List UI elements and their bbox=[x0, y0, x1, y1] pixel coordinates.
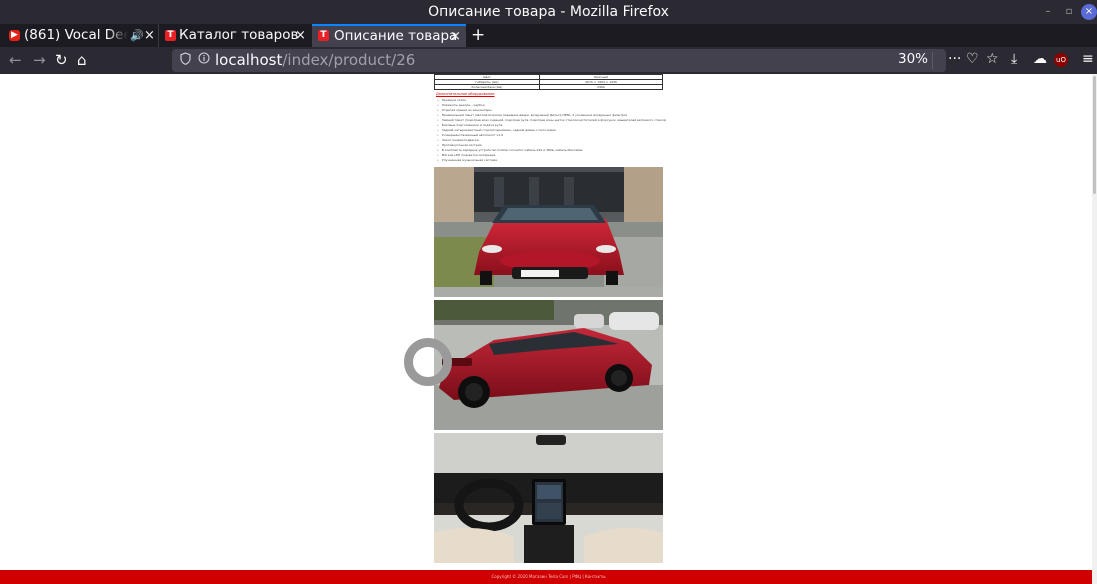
scrollbar-thumb[interactable] bbox=[1093, 76, 1096, 194]
car-front-photo bbox=[434, 167, 663, 297]
tracking-shield-icon[interactable] bbox=[180, 52, 191, 68]
home-button[interactable]: ⌂ bbox=[77, 51, 87, 69]
page-actions-icon[interactable]: ··· bbox=[948, 51, 961, 67]
youtube-icon: ▶ bbox=[9, 30, 20, 41]
spec-name: Колесная база (мм) bbox=[434, 84, 540, 90]
url-divider bbox=[932, 52, 933, 69]
tab-label: Описание товара bbox=[334, 28, 458, 44]
page-footer: Copyright © 2020 Магазин Tesla Cars | РФ… bbox=[0, 570, 1097, 584]
bookmark-star-icon[interactable]: ☆ bbox=[986, 51, 999, 67]
url-path: /index/product/26 bbox=[282, 51, 416, 69]
new-tab-button[interactable]: + bbox=[471, 24, 485, 46]
download-icon[interactable]: ⤓ bbox=[1011, 51, 1017, 67]
ublock-icon[interactable]: uO bbox=[1054, 53, 1068, 67]
car-rear-side-photo bbox=[434, 300, 663, 430]
window-titlebar: Описание товара - Mozilla Firefox – ▫ × bbox=[0, 0, 1097, 24]
footer-copyright: Copyright © 2020 Магазин Tesla Cars | РФ… bbox=[491, 574, 606, 579]
speaker-icon[interactable]: 🔊 bbox=[130, 24, 144, 47]
spec-value: 2960 bbox=[539, 84, 663, 90]
forward-button[interactable]: → bbox=[33, 51, 46, 69]
url-bar[interactable]: localhost/index/product/26 30% bbox=[172, 49, 946, 72]
url-host: localhost bbox=[215, 51, 283, 69]
hamburger-menu-icon[interactable]: ≡ bbox=[1082, 51, 1094, 67]
window-title: Описание товара - Mozilla Firefox bbox=[428, 4, 669, 20]
maximize-button[interactable]: ▫ bbox=[1061, 4, 1077, 20]
list-item: Улучшенная музыкальная система bbox=[437, 158, 667, 163]
back-button[interactable]: ← bbox=[9, 51, 22, 69]
extension-icon[interactable]: ☁ bbox=[1033, 51, 1047, 67]
tab-youtube[interactable]: ▶ (861) Vocal Deep 🔊 × bbox=[4, 24, 154, 47]
equipment-list: Премиум салон Элементы декора – карбон О… bbox=[437, 98, 667, 163]
tesla-icon: T bbox=[165, 30, 176, 41]
tab-close-button[interactable]: × bbox=[295, 24, 306, 47]
pocket-icon[interactable]: ♡ bbox=[966, 51, 979, 67]
minimize-button[interactable]: – bbox=[1040, 4, 1056, 20]
site-info-icon[interactable] bbox=[198, 52, 210, 67]
page-content: Цвет Красный Габариты (мм) 4970 × 1964 × 1… bbox=[0, 74, 1097, 584]
tab-product-description[interactable]: T Описание товара × bbox=[312, 24, 466, 47]
tab-close-button[interactable]: × bbox=[450, 26, 461, 47]
tab-label: (861) Vocal Deep bbox=[24, 27, 128, 43]
tesla-icon: T bbox=[318, 30, 329, 41]
navigation-toolbar: ← → ↻ ⌂ localhost/index/product/26 30% ·… bbox=[0, 47, 1097, 74]
loading-spinner bbox=[404, 338, 452, 386]
table-row: Колесная база (мм) 2960 bbox=[434, 84, 663, 90]
reload-button[interactable]: ↻ bbox=[55, 51, 68, 69]
car-interior-photo bbox=[434, 433, 663, 563]
zoom-level-button[interactable]: 30% bbox=[898, 51, 928, 67]
tab-catalog[interactable]: T Каталог товаров × bbox=[158, 24, 308, 47]
tab-label: Каталог товаров bbox=[179, 27, 299, 43]
tab-close-button[interactable]: × bbox=[144, 24, 154, 47]
spec-table: Цвет Красный Габариты (мм) 4970 × 1964 × 1… bbox=[434, 74, 663, 90]
equipment-heading: Дополнительное оборудование bbox=[436, 92, 495, 96]
close-window-button[interactable]: × bbox=[1081, 4, 1097, 20]
tab-bar: ▶ (861) Vocal Deep 🔊 × T Каталог товаров… bbox=[0, 24, 1097, 47]
url-text[interactable]: localhost/index/product/26 bbox=[215, 51, 415, 69]
